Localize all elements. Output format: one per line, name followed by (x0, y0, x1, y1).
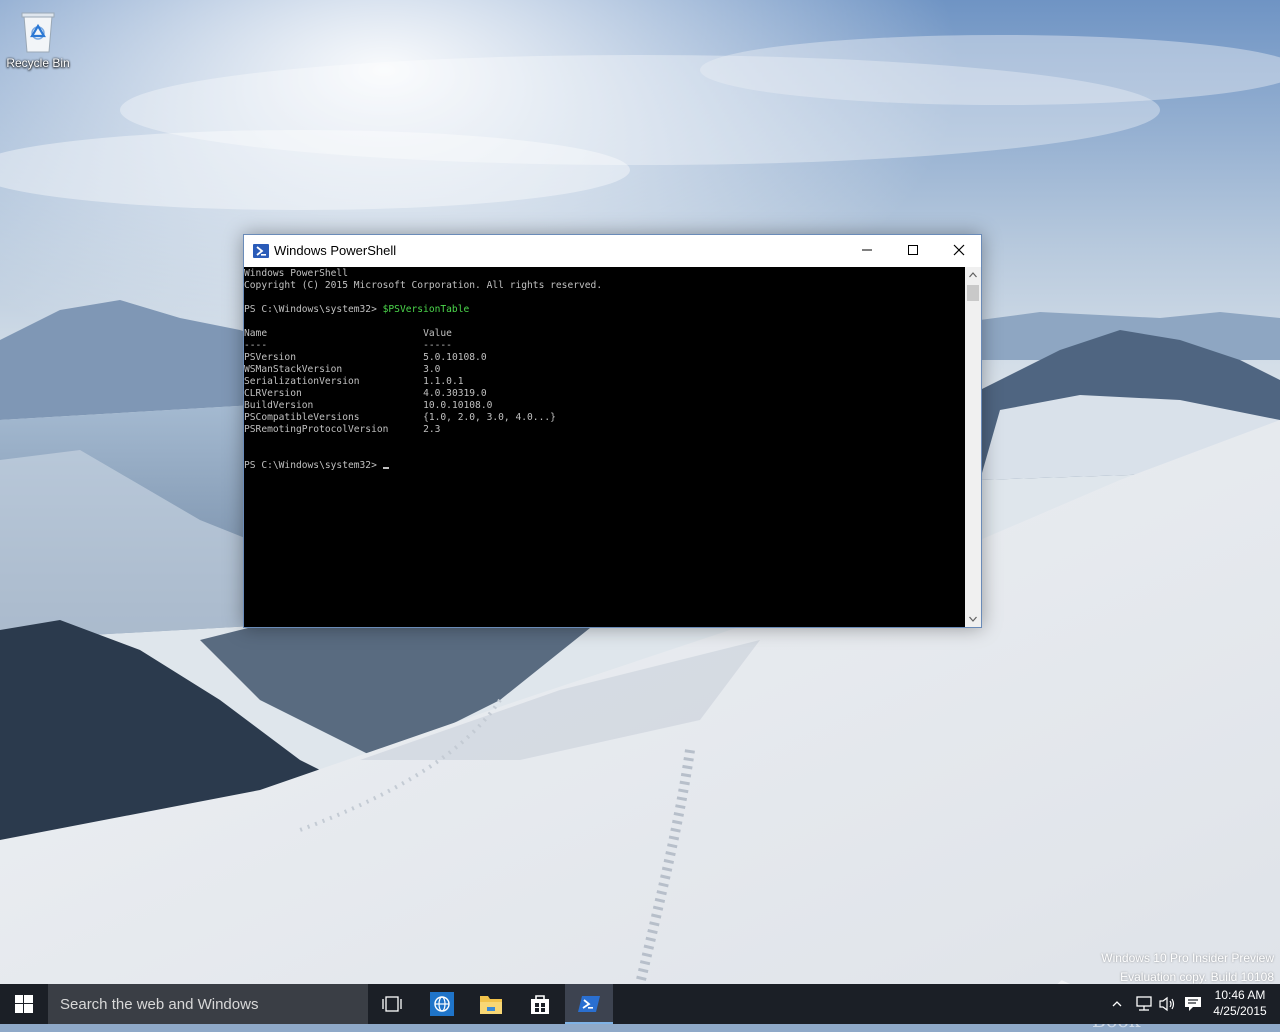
window-titlebar[interactable]: Windows PowerShell (244, 235, 981, 267)
taskbar-file-explorer[interactable] (467, 984, 515, 1024)
recycle-bin-icon (21, 12, 55, 53)
notification-icon (1185, 997, 1201, 1011)
console-text: Windows PowerShell Copyright (C) 2015 Mi… (244, 267, 965, 472)
taskbar-store[interactable] (516, 984, 564, 1024)
cell-name: CLRVersion (244, 388, 424, 399)
table-row: CLRVersion 4.0.30319.0 (244, 388, 487, 399)
table-header: Name Value (244, 328, 452, 339)
cell-value: 3.0 (423, 364, 441, 375)
close-icon (953, 244, 965, 256)
scroll-down-button[interactable] (965, 611, 981, 627)
action-center-button[interactable] (1182, 984, 1204, 1024)
maximize-button[interactable] (890, 235, 936, 265)
rule-name: ---- (244, 340, 424, 351)
task-view-button[interactable] (368, 984, 416, 1024)
console-table: Name Value ---- ----- PSVersion 5.0.1010… (244, 328, 556, 435)
table-row: PSRemotingProtocolVersion 2.3 (244, 424, 440, 435)
watermark-edition: Windows 10 Pro Insider Preview (1101, 951, 1274, 965)
powershell-icon (253, 244, 269, 258)
taskbar-internet-explorer[interactable] (418, 984, 466, 1024)
network-icon (1136, 996, 1152, 1011)
console-prompt: PS C:\Windows\system32> (244, 304, 383, 315)
cell-value: 5.0.10108.0 (423, 352, 487, 363)
minimize-icon (862, 249, 872, 251)
cell-value: 1.1.0.1 (423, 376, 464, 387)
cell-value: 2.3 (423, 424, 441, 435)
console-header-copyright: Copyright (C) 2015 Microsoft Corporation… (244, 280, 603, 291)
table-row: WSManStackVersion 3.0 (244, 364, 440, 375)
table-row: SerializationVersion 1.1.0.1 (244, 376, 464, 387)
cell-name: PSVersion (244, 352, 424, 363)
desktop-icon-recycle-bin[interactable]: Recycle Bin (6, 8, 70, 70)
powershell-window[interactable]: Windows PowerShell Windows PowerShell Co… (243, 234, 982, 628)
cell-value: {1.0, 2.0, 3.0, 4.0...} (423, 412, 556, 423)
file-explorer-icon (480, 996, 502, 1014)
volume-icon (1159, 996, 1175, 1012)
search-input[interactable] (48, 984, 368, 1024)
column-header-value: Value (423, 328, 452, 339)
scrollbar-thumb[interactable] (967, 285, 979, 301)
windows-logo-icon (15, 995, 33, 1013)
chevron-down-icon (969, 616, 977, 622)
clock-date: 4/25/2015 (1213, 1004, 1267, 1018)
desktop-icon-label: Recycle Bin (6, 56, 70, 70)
internet-explorer-icon (430, 992, 454, 1016)
cell-name: PSRemotingProtocolVersion (244, 424, 424, 435)
network-button[interactable] (1134, 984, 1154, 1024)
vertical-scrollbar[interactable] (965, 267, 981, 627)
console-command: $PSVersionTable (382, 304, 470, 315)
console-prompt-current: PS C:\Windows\system32> (244, 460, 383, 471)
cell-value: 4.0.30319.0 (423, 388, 487, 399)
console-header-title: Windows PowerShell (244, 268, 348, 279)
window-title: Windows PowerShell (274, 243, 397, 258)
cell-value: 10.0.10108.0 (423, 400, 493, 411)
chevron-up-icon (1112, 1001, 1122, 1007)
powershell-icon (578, 996, 600, 1012)
rule-value: ----- (423, 340, 452, 351)
cell-name: SerializationVersion (244, 376, 424, 387)
cell-name: WSManStackVersion (244, 364, 424, 375)
text-cursor (382, 467, 389, 469)
console-output[interactable]: Windows PowerShell Copyright (C) 2015 Mi… (244, 267, 965, 627)
chevron-up-icon (969, 272, 977, 278)
clock-time: 10:46 AM (1214, 988, 1266, 1002)
table-row: BuildVersion 10.0.10108.0 (244, 400, 492, 411)
table-row: PSVersion 5.0.10108.0 (244, 352, 487, 363)
taskbar-powershell[interactable] (565, 984, 613, 1024)
store-icon (531, 995, 549, 1014)
minimize-button[interactable] (844, 235, 890, 265)
table-row: PSCompatibleVersions {1.0, 2.0, 3.0, 4.0… (244, 412, 556, 423)
table-rule: ---- ----- (244, 340, 452, 351)
close-button[interactable] (936, 235, 982, 265)
task-view-icon (382, 996, 402, 1012)
clock[interactable]: 10:46 AM 4/25/2015 (1206, 987, 1274, 1019)
search-box[interactable] (48, 984, 368, 1024)
maximize-icon (908, 245, 918, 255)
cell-name: BuildVersion (244, 400, 424, 411)
column-header-name: Name (244, 328, 424, 339)
scroll-up-button[interactable] (965, 267, 981, 283)
show-hidden-icons-button[interactable] (1110, 984, 1124, 1024)
taskbar[interactable]: 10:46 AM 4/25/2015 (0, 984, 1280, 1024)
start-button[interactable] (0, 984, 48, 1024)
watermark-build: Evaluation copy. Build 10108 (1120, 970, 1274, 984)
volume-button[interactable] (1158, 984, 1178, 1024)
cell-name: PSCompatibleVersions (244, 412, 424, 423)
